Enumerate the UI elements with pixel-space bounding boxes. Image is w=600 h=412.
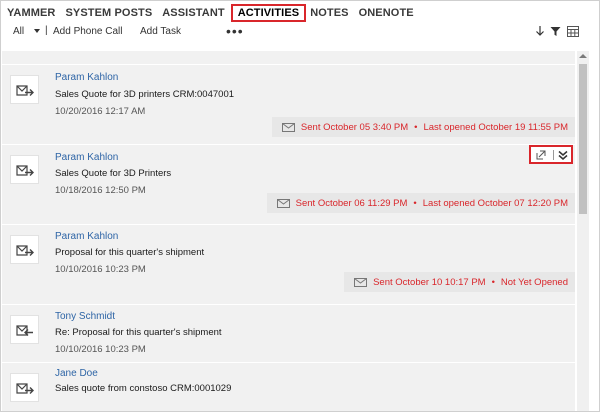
chevron-down-icon[interactable] (34, 29, 40, 33)
email-tracking-status: Sent October 06 11:29 PM • Last opened O… (266, 193, 575, 213)
activity-subject: Proposal for this quarter's shipment (55, 247, 205, 258)
envelope-arrow-right-icon (10, 155, 39, 184)
tab-system-posts[interactable]: SYSTEM POSTS (65, 7, 152, 19)
last-opened-time: Last opened October 19 11:55 PM (423, 121, 568, 133)
activity-list: Param Kahlon Sales Quote for 3D printers… (2, 51, 575, 411)
sent-time: Sent October 06 11:29 PM (295, 197, 408, 209)
row-actions (529, 145, 573, 164)
activity-date: 10/10/2016 10:23 PM (55, 264, 146, 275)
tab-bar: YAMMER SYSTEM POSTS ASSISTANT ACTIVITIES… (7, 4, 424, 22)
toolbar-separator: | (45, 25, 48, 36)
arrow-down-icon[interactable] (535, 25, 545, 37)
sent-time: Sent October 10 10:17 PM (373, 276, 486, 288)
tab-notes[interactable]: NOTES (310, 7, 348, 19)
tab-assistant[interactable]: ASSISTANT (162, 7, 224, 19)
tab-yammer[interactable]: YAMMER (7, 7, 55, 19)
activities-panel: YAMMER SYSTEM POSTS ASSISTANT ACTIVITIES… (0, 0, 600, 412)
mail-icon (354, 277, 368, 287)
envelope-arrow-left-icon (10, 315, 39, 344)
popout-icon[interactable] (536, 150, 546, 160)
list-item[interactable]: Jane Doe Sales quote from constoso CRM:0… (2, 362, 575, 411)
activity-subject: Sales Quote for 3D printers CRM:0047001 (55, 89, 235, 100)
email-tracking-status: Sent October 10 10:17 PM • Not Yet Opene… (344, 272, 575, 292)
activity-subject: Sales Quote for 3D Printers (55, 168, 172, 179)
double-chevron-down-icon[interactable] (558, 150, 568, 160)
email-tracking-status: Sent October 05 3:40 PM • Last opened Oc… (271, 117, 575, 137)
list-item[interactable]: Param Kahlon Sales Quote for 3D Printers… (2, 144, 575, 220)
activity-filter-dropdown[interactable]: All (13, 26, 24, 37)
funnel-icon[interactable] (550, 26, 561, 37)
activity-date: 10/10/2016 10:23 PM (55, 344, 146, 355)
envelope-arrow-right-icon (10, 373, 39, 402)
scrollbar-thumb[interactable] (579, 64, 587, 214)
add-phone-call-button[interactable]: Add Phone Call (53, 26, 123, 37)
activities-toolbar: All | Add Phone Call Add Task ••• (10, 23, 593, 41)
mail-icon (276, 198, 290, 208)
mail-icon (281, 122, 295, 132)
envelope-arrow-right-icon (10, 75, 39, 104)
more-commands-button[interactable]: ••• (226, 23, 244, 39)
activity-date: 10/18/2016 12:50 PM (55, 185, 146, 196)
activity-sender-link[interactable]: Param Kahlon (55, 231, 118, 242)
activity-sender-link[interactable]: Jane Doe (55, 368, 98, 379)
add-task-button[interactable]: Add Task (140, 26, 181, 37)
list-item[interactable]: Param Kahlon Proposal for this quarter's… (2, 224, 575, 300)
last-opened-time: Last opened October 07 12:20 PM (422, 197, 568, 209)
last-opened-time: Not Yet Opened (500, 276, 568, 288)
actions-divider (553, 150, 554, 160)
list-item[interactable]: Tony Schmidt Re: Proposal for this quart… (2, 304, 575, 358)
status-separator: • (413, 197, 417, 209)
activity-sender-link[interactable]: Param Kahlon (55, 152, 118, 163)
grid-view-icon[interactable] (567, 26, 579, 37)
tab-activities[interactable]: ACTIVITIES (230, 4, 307, 22)
activity-sender-link[interactable]: Tony Schmidt (55, 311, 115, 322)
status-separator: • (414, 121, 418, 133)
activity-date: 10/20/2016 12:17 AM (55, 106, 146, 117)
list-scrollbar[interactable] (577, 51, 589, 411)
tab-onenote[interactable]: ONENOTE (359, 7, 414, 19)
activity-subject: Sales quote from constoso CRM:0001029 (55, 383, 232, 394)
scroll-up-arrow-icon[interactable] (579, 54, 587, 58)
status-separator: • (491, 276, 495, 288)
envelope-arrow-right-icon (10, 235, 39, 264)
list-item[interactable]: Param Kahlon Sales Quote for 3D printers… (2, 64, 575, 140)
sent-time: Sent October 05 3:40 PM (300, 121, 409, 133)
activity-sender-link[interactable]: Param Kahlon (55, 72, 118, 83)
activity-subject: Re: Proposal for this quarter's shipment (55, 327, 222, 338)
